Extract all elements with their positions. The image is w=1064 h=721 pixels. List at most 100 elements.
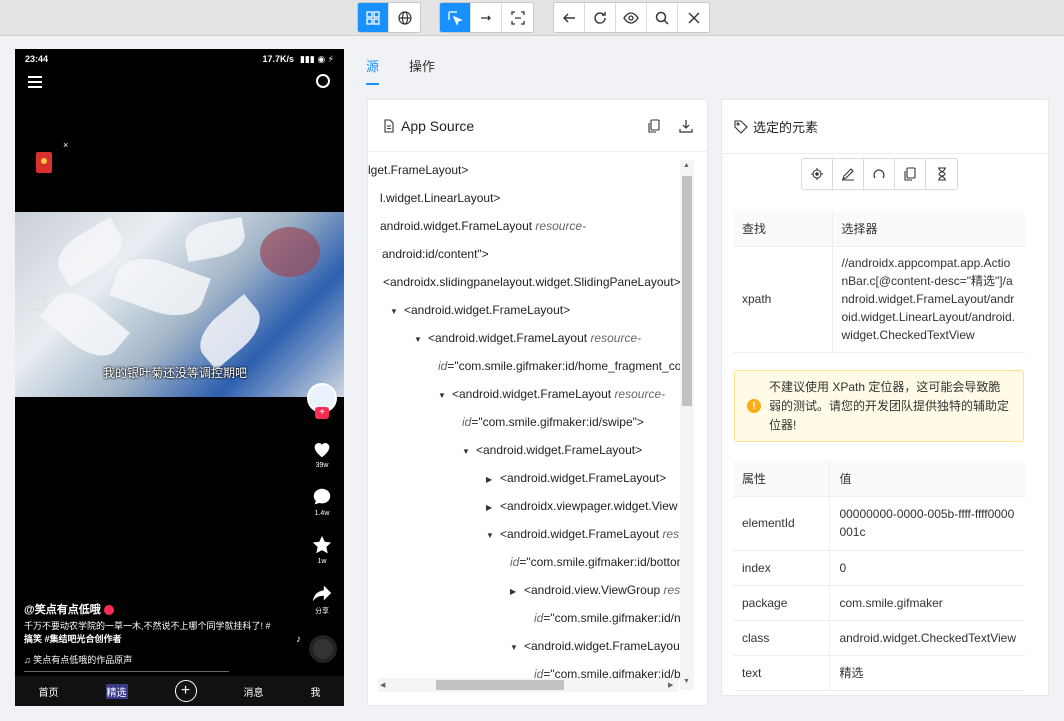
attr-value[interactable]: 0: [829, 550, 1025, 586]
tree-node-tag: l.widget.LinearLayout>: [380, 191, 501, 205]
attr-value[interactable]: 00000000-0000-005b-ffff-ffff0000001c: [829, 496, 1025, 551]
tree-node[interactable]: id="com.smile.gifmaker:id/home_fragment_…: [438, 352, 680, 380]
follow-plus-icon[interactable]: +: [315, 407, 329, 419]
tab-actions[interactable]: 操作: [409, 56, 435, 85]
nav-featured[interactable]: 精选: [105, 683, 128, 699]
expanded-caret-icon[interactable]: ▼: [462, 438, 476, 466]
tap-coordinates-icon[interactable]: [502, 3, 533, 32]
menu-icon[interactable]: [28, 76, 42, 88]
tree-node[interactable]: <androidx.slidingpanelayout.widget.Slidi…: [383, 268, 680, 296]
tree-node[interactable]: ▼ <android.widget.FrameLayout>: [390, 296, 570, 324]
swipe-icon[interactable]: [471, 3, 502, 32]
horizontal-scrollbar[interactable]: ◀ ▶: [378, 678, 678, 692]
device-screenshot[interactable]: 23:44 17.7K/s ▮▮▮ ◉ ⚡ × 我的银叶菊还没等调控期吧 + 3…: [15, 49, 344, 706]
scroll-right-icon[interactable]: ▶: [668, 681, 673, 689]
table-row: text 精选: [733, 655, 1025, 691]
scroll-left-icon[interactable]: ◀: [380, 681, 385, 689]
video-description: 千万不要动农学院的一草一木,不然说不上哪个同学就挂科了! # 搞笑 #集结吧光合…: [24, 621, 271, 644]
expanded-caret-icon[interactable]: ▼: [414, 326, 428, 354]
web-globe-icon[interactable]: [389, 3, 420, 32]
search-icon[interactable]: [647, 3, 678, 32]
attr-value[interactable]: 精选: [829, 655, 1025, 691]
app-search-icon[interactable]: [316, 74, 330, 88]
element-actions: [801, 158, 958, 190]
tree-node[interactable]: ▶ <androidx.viewpager.widget.View: [486, 492, 678, 520]
like-button[interactable]: 39w: [309, 438, 335, 469]
dismiss-icon[interactable]: ×: [63, 140, 68, 150]
scroll-down-icon[interactable]: ▼: [683, 678, 690, 685]
tree-node[interactable]: lget.FrameLayout>: [368, 156, 468, 184]
expanded-caret-icon[interactable]: ▼: [510, 634, 524, 662]
select-element-icon[interactable]: [440, 3, 471, 32]
music-disc[interactable]: [309, 635, 337, 663]
screen-rotate-icon[interactable]: [26, 296, 46, 310]
inspector-mode-icon[interactable]: [358, 3, 389, 32]
collapsed-caret-icon[interactable]: ▶: [486, 466, 500, 494]
tree-node[interactable]: android:id/content">: [382, 240, 489, 268]
close-icon[interactable]: [678, 3, 709, 32]
tree-node-attr: resource-: [535, 219, 587, 233]
tap-element-icon[interactable]: [802, 159, 833, 189]
eye-icon[interactable]: [616, 3, 647, 32]
tree-node-tag: <android.widget.FrameLayout>: [404, 303, 571, 317]
xpath-value[interactable]: //androidx.appcompat.app.ActionBar.c[@co…: [832, 246, 1025, 353]
tree-node-tag: <androidx.viewpager.widget.View: [500, 499, 678, 513]
tree-node[interactable]: id="com.smile.gifmaker:id/na: [534, 604, 680, 632]
selected-header: 选定的元素: [722, 100, 1048, 154]
tree-node[interactable]: ▼ <android.widget.FrameLayou: [510, 632, 680, 660]
timing-icon[interactable]: [926, 159, 957, 189]
nav-create-button[interactable]: +: [174, 680, 197, 702]
music-title[interactable]: ♫ 笑点有点低哦的作品原声: [24, 653, 132, 666]
share-button[interactable]: 分享: [309, 582, 335, 616]
find-header: 查找: [733, 211, 833, 247]
tree-node[interactable]: ▶ <android.view.ViewGroup res: [510, 576, 680, 604]
red-envelope-icon[interactable]: [36, 152, 52, 173]
table-row: index 0: [733, 550, 1025, 586]
collapsed-caret-icon[interactable]: ▶: [486, 494, 500, 522]
tree-node[interactable]: ▼ <android.widget.FrameLayout resource-: [414, 324, 641, 352]
expanded-caret-icon[interactable]: ▼: [438, 382, 452, 410]
tree-node-tag: <android.widget.FrameLayout: [428, 331, 591, 345]
tab-source[interactable]: 源: [366, 56, 380, 85]
clear-icon[interactable]: [864, 159, 895, 189]
collapsed-caret-icon[interactable]: ▶: [510, 578, 524, 606]
tree-node[interactable]: ▼ <android.widget.FrameLayout resource-: [438, 380, 665, 408]
nav-me[interactable]: 我: [311, 684, 321, 699]
back-icon[interactable]: [554, 3, 585, 32]
tree-node-attr: id: [510, 555, 520, 569]
nav-home[interactable]: 首页: [39, 684, 59, 699]
app-control-group: [553, 2, 710, 33]
copy-attributes-icon[interactable]: [895, 159, 926, 189]
scroll-thumb[interactable]: [682, 176, 692, 406]
status-bar: 23:44 17.7K/s ▮▮▮ ◉ ⚡: [15, 49, 344, 69]
tree-node[interactable]: l.widget.LinearLayout>: [380, 184, 500, 212]
heart-icon: [314, 443, 330, 458]
nav-messages[interactable]: 消息: [244, 684, 264, 699]
tree-node[interactable]: id="com.smile.gifmaker:id/swipe">: [462, 408, 644, 436]
vertical-scrollbar[interactable]: ▲ ▼: [680, 160, 694, 690]
author-name[interactable]: @笑点有点低哦: [24, 601, 114, 617]
tree-node-tag: <android.widget.FrameLayout>: [476, 443, 643, 457]
expanded-caret-icon[interactable]: ▼: [390, 298, 404, 326]
main-tabs: 源 操作: [366, 56, 435, 85]
tree-node[interactable]: ▶ <android.widget.FrameLayout>: [486, 464, 666, 492]
tree-node[interactable]: ▼ <android.widget.FrameLayout>: [462, 436, 642, 464]
tree-node-tag: lget.FrameLayout>: [368, 163, 469, 177]
music-note-icon: ♪: [296, 634, 301, 645]
hscroll-thumb[interactable]: [436, 680, 564, 690]
tree-node[interactable]: id="com.smile.gifmaker:id/bottom: [510, 548, 680, 576]
send-keys-icon[interactable]: [833, 159, 864, 189]
attr-value[interactable]: android.widget.CheckedTextView: [829, 620, 1025, 656]
refresh-icon[interactable]: [585, 3, 616, 32]
copy-xml-icon[interactable]: [647, 118, 661, 133]
comment-button[interactable]: 1.4w: [309, 486, 335, 517]
favorite-button[interactable]: 1w: [309, 534, 335, 565]
attr-value[interactable]: com.smile.gifmaker: [829, 585, 1025, 621]
tree-node-attr: id: [534, 611, 544, 625]
scroll-up-icon[interactable]: ▲: [683, 162, 690, 169]
value-header: 值: [829, 461, 1025, 497]
tree-node[interactable]: ▼ <android.widget.FrameLayout res: [486, 520, 679, 548]
download-icon[interactable]: [679, 119, 693, 133]
tree-node[interactable]: android.widget.FrameLayout resource-: [380, 212, 586, 240]
expanded-caret-icon[interactable]: ▼: [486, 522, 500, 550]
